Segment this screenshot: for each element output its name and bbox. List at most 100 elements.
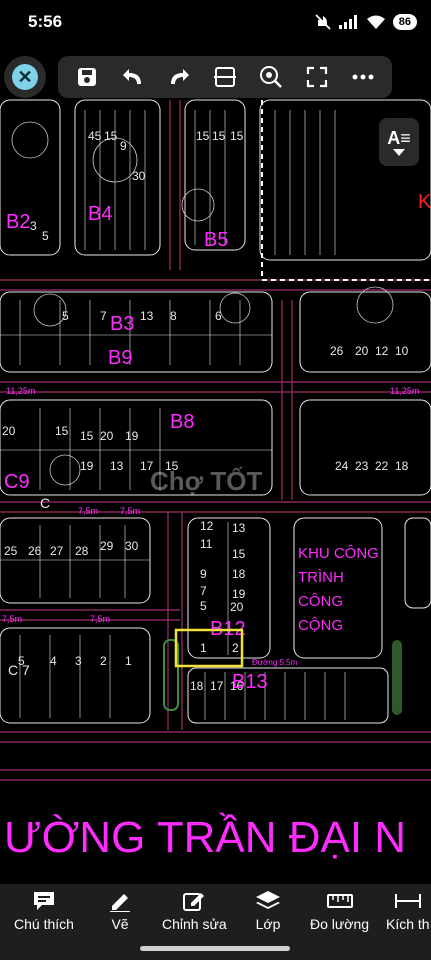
annotate-tab[interactable]: Chú thích (14, 890, 74, 932)
status-bar: 5:56 86 (0, 0, 431, 44)
status-icons: 86 (314, 14, 417, 30)
block-label-b5: B5 (204, 229, 228, 251)
close-button[interactable]: ✕ (4, 56, 46, 98)
svg-text:3: 3 (75, 654, 82, 668)
svg-text:15: 15 (104, 129, 118, 143)
status-time: 5:56 (28, 12, 63, 31)
block-label-b2: B2 (6, 211, 30, 233)
block-label-b3: B3 (110, 313, 134, 335)
svg-text:13: 13 (110, 459, 124, 473)
svg-text:1: 1 (125, 654, 132, 668)
ruler-icon (326, 894, 353, 908)
view-options-button[interactable]: A≡ (379, 118, 419, 166)
svg-text:20: 20 (355, 344, 369, 358)
svg-text:3: 3 (30, 219, 37, 233)
svg-text:20: 20 (230, 600, 244, 614)
compare-icon (214, 67, 236, 87)
svg-text:26: 26 (28, 544, 42, 558)
svg-text:11: 11 (200, 537, 213, 551)
street-width-3: 7,5m (78, 506, 98, 516)
svg-text:20: 20 (100, 429, 114, 443)
svg-text:12: 12 (200, 519, 214, 533)
close-icon: ✕ (12, 64, 38, 90)
annotate-label: Chú thích (14, 916, 74, 932)
svg-text:5: 5 (62, 309, 69, 323)
fit-screen-button[interactable] (294, 56, 340, 98)
block-label-c: C (40, 495, 50, 511)
home-indicator[interactable] (140, 946, 290, 951)
measure-label: Đo lường (310, 916, 370, 932)
edit-label: Chỉnh sửa (162, 916, 227, 932)
svg-text:19: 19 (80, 459, 94, 473)
more-button[interactable] (340, 56, 386, 98)
svg-text:15: 15 (212, 129, 226, 143)
undo-button[interactable] (110, 56, 156, 98)
svg-text:19: 19 (125, 429, 139, 443)
text-view-icon: A≡ (387, 128, 411, 148)
svg-text:29: 29 (100, 539, 114, 553)
svg-text:8: 8 (170, 309, 177, 323)
svg-text:13: 13 (232, 521, 246, 535)
cad-map-canvas[interactable]: 45 15930 15 15 15 35 5 7 13 8 6 26 20 12 10 20 15 15… (0, 44, 431, 884)
edit-tab[interactable]: Chỉnh sửa (162, 890, 227, 932)
zoom-button[interactable] (248, 56, 294, 98)
block-label-b13: B13 (232, 671, 268, 693)
block-label-b8: B8 (170, 411, 194, 433)
svg-text:20: 20 (2, 424, 16, 438)
svg-text:7: 7 (200, 584, 207, 598)
svg-text:13: 13 (140, 309, 154, 323)
svg-text:CÔNG: CÔNG (298, 593, 343, 610)
svg-text:23: 23 (355, 459, 369, 473)
chevron-down-icon (393, 149, 405, 156)
svg-text:9: 9 (120, 139, 127, 153)
svg-text:17: 17 (210, 679, 224, 693)
save-button[interactable] (64, 56, 110, 98)
road-name-label: ƯỜNG TRẦN ĐẠI N (4, 812, 406, 862)
street-width-1: 11,25m (6, 386, 35, 396)
svg-text:30: 30 (125, 539, 139, 553)
svg-text:10: 10 (395, 344, 409, 358)
svg-text:2: 2 (232, 641, 239, 655)
road-lines (0, 100, 431, 781)
svg-text:KHU CÔNG: KHU CÔNG (298, 545, 379, 562)
watermark: Chợ TỐT (150, 466, 262, 496)
measure-tab[interactable]: Đo lường (310, 890, 369, 932)
svg-text:TRÌNH: TRÌNH (298, 569, 344, 586)
block-label-b9: B9 (108, 347, 132, 369)
draw-tab[interactable]: Vẽ (108, 890, 132, 932)
svg-text:15: 15 (196, 129, 210, 143)
layers-icon (256, 891, 280, 909)
comment-icon (33, 892, 54, 910)
svg-text:24: 24 (335, 459, 349, 473)
compare-button[interactable] (202, 56, 248, 98)
svg-text:4: 4 (50, 654, 57, 668)
svg-text:9: 9 (200, 567, 207, 581)
redo-button[interactable] (156, 56, 202, 98)
layers-label: Lớp (255, 916, 281, 932)
pen-icon (110, 894, 130, 912)
save-icon (78, 68, 96, 86)
edit-icon (183, 893, 205, 911)
svg-text:6: 6 (215, 309, 222, 323)
layers-tab[interactable]: Lớp (255, 890, 281, 932)
public-area-label: KHU CÔNG TRÌNH CÔNG CỘNG (298, 545, 379, 634)
redo-icon (171, 69, 189, 84)
svg-text:5: 5 (200, 599, 207, 613)
mute-icon (315, 14, 331, 30)
street-width-2: 11,25m (390, 386, 419, 396)
svg-text:2: 2 (100, 654, 107, 668)
battery-badge: 86 (392, 14, 417, 30)
dimension-label: Kích th (386, 916, 430, 932)
svg-text:19: 19 (232, 587, 246, 601)
dimension-tab[interactable]: Kích th (386, 890, 430, 932)
street-width-5: 7,5m (2, 614, 22, 624)
street-width-4: 7,5m (120, 506, 140, 516)
trees (11, 121, 394, 486)
svg-text:26: 26 (330, 344, 344, 358)
svg-text:25: 25 (4, 544, 18, 558)
green-strip-right (392, 640, 402, 715)
zoom-icon (260, 66, 282, 88)
svg-text:22: 22 (375, 459, 389, 473)
draw-label: Vẽ (111, 916, 129, 932)
street-widths: 11,25m 11,25m 7,5m 7,5m 7,5m 7,5m (2, 386, 419, 624)
